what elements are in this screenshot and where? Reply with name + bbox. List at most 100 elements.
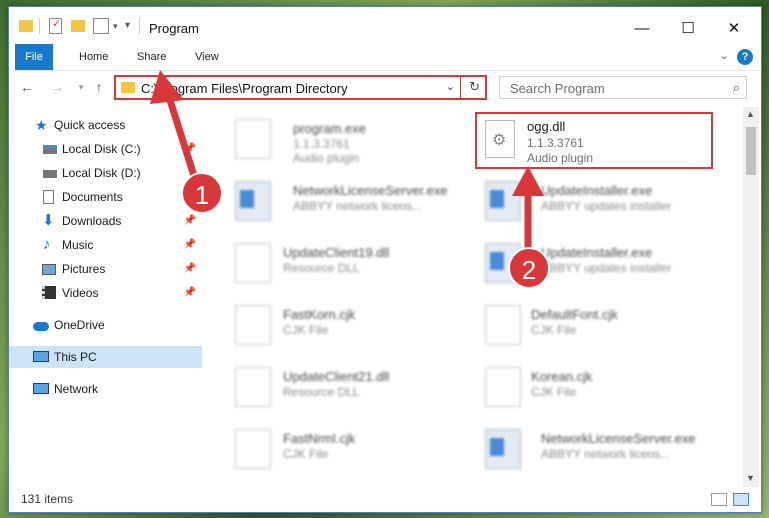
search-input[interactable]: Search Program ⌕ xyxy=(499,76,747,99)
tab-home[interactable]: Home xyxy=(69,44,118,70)
file-description: CJK File xyxy=(531,323,577,337)
help-icon[interactable]: ? xyxy=(737,49,753,65)
file-item-ogg-dll[interactable]: ⚙ ogg.dll 1.1.3.3761 Audio plugin xyxy=(475,112,713,169)
gear-file-icon xyxy=(235,243,271,283)
star-icon: ★ xyxy=(35,117,48,133)
search-placeholder: Search Program xyxy=(510,81,605,96)
address-path[interactable]: C:\Program Files\Program Directory xyxy=(141,81,348,96)
nav-label: Pictures xyxy=(62,262,106,276)
vertical-scrollbar[interactable]: ▲ ▼ xyxy=(743,107,759,487)
nav-label: Videos xyxy=(62,286,99,300)
gear-file-icon xyxy=(235,367,271,407)
nav-onedrive[interactable]: OneDrive xyxy=(9,314,202,336)
maximize-button[interactable]: ☐ xyxy=(665,15,711,41)
up-arrow-icon[interactable]: ↑ xyxy=(89,77,109,97)
nav-label: Quick access xyxy=(54,118,126,132)
nav-local-disk-d[interactable]: Local Disk (D:) xyxy=(9,162,202,184)
document-icon xyxy=(235,429,271,469)
file-item[interactable]: UpdateInstaller.exe ABBYY updates instal… xyxy=(475,175,715,227)
scroll-down-icon[interactable]: ▼ xyxy=(746,473,755,483)
nav-label: Network xyxy=(54,382,99,396)
new-folder-icon[interactable] xyxy=(71,20,85,32)
close-button[interactable]: ✕ xyxy=(711,15,757,41)
pin-icon[interactable]: 📌 xyxy=(184,234,196,256)
computer-icon xyxy=(33,351,49,362)
nav-pictures[interactable]: Pictures 📌 xyxy=(9,258,202,280)
properties-icon[interactable]: ✓ xyxy=(49,18,62,34)
pin-icon[interactable]: 📌 xyxy=(184,258,196,280)
file-description: Resource DLL xyxy=(283,261,360,275)
drive-icon xyxy=(43,170,57,178)
pin-icon[interactable]: 📌 xyxy=(184,282,196,304)
nav-downloads[interactable]: ⬇ Downloads 📌 xyxy=(9,210,202,232)
nav-documents[interactable]: Documents xyxy=(9,186,202,208)
tab-file[interactable]: File xyxy=(15,44,53,70)
forward-arrow-icon[interactable]: → xyxy=(47,77,67,97)
nav-network[interactable]: Network xyxy=(9,378,202,400)
ribbon: File Home Share View ⌄ ? xyxy=(9,44,761,71)
gear-file-icon xyxy=(235,119,271,159)
chevron-down-icon[interactable]: ⌄ xyxy=(446,80,455,93)
file-item[interactable]: FastNrml.cjk CJK File xyxy=(223,423,463,475)
folder-icon xyxy=(121,82,135,93)
file-description: Resource DLL xyxy=(283,385,360,399)
search-icon[interactable]: ⌕ xyxy=(733,80,740,96)
file-description: ABBYY updates installer xyxy=(541,199,672,213)
view-options-icon[interactable] xyxy=(93,18,109,34)
nav-local-disk-c[interactable]: Local Disk (C:) 📌 xyxy=(9,138,202,160)
tab-view[interactable]: View xyxy=(185,44,229,70)
file-item[interactable]: NetworkLicenseServer.exe ABBYY network l… xyxy=(223,175,463,227)
window-title: Program xyxy=(149,21,199,36)
nav-music[interactable]: ♪ Music 📌 xyxy=(9,234,202,256)
status-bar: 131 items xyxy=(9,489,761,511)
music-note-icon: ♪ xyxy=(43,236,51,253)
separator xyxy=(139,18,140,34)
file-version: 1.1.3.3761 xyxy=(527,136,584,150)
file-name: program.exe xyxy=(293,121,366,136)
step-2-badge: 2 xyxy=(508,247,550,289)
address-bar[interactable]: C:\Program Files\Program Directory ⌄ ↻ xyxy=(114,75,487,100)
nav-this-pc[interactable]: This PC xyxy=(9,346,202,368)
file-name: UpdateInstaller.exe xyxy=(541,245,653,260)
refresh-icon[interactable]: ↻ xyxy=(469,79,480,95)
scrollbar-thumb[interactable] xyxy=(746,127,756,175)
nav-quick-access[interactable]: ★ Quick access xyxy=(9,114,202,136)
customize-toolbar-icon[interactable]: ▾ xyxy=(125,20,130,36)
file-item[interactable]: NetworkLicenseServer.exe ABBYY network l… xyxy=(475,423,715,475)
file-name: Korean.cjk xyxy=(531,369,593,384)
separator xyxy=(39,18,40,34)
document-icon xyxy=(235,305,271,345)
file-description: ABBYY network licens... xyxy=(293,199,423,213)
file-item[interactable]: program.exe 1.1.3.3761 Audio plugin xyxy=(223,113,463,165)
document-icon xyxy=(43,190,54,204)
recent-locations-icon[interactable]: ▾ xyxy=(71,77,91,97)
file-name: UpdateClient21.dll xyxy=(283,369,390,384)
minimize-button[interactable]: — xyxy=(619,15,665,41)
file-description: ABBYY network licens... xyxy=(541,447,671,461)
chevron-down-icon[interactable]: ▾ xyxy=(113,21,118,37)
file-item[interactable]: UpdateClient21.dll Resource DLL xyxy=(223,361,463,413)
back-arrow-icon[interactable]: ← xyxy=(17,77,37,97)
file-name: FastNrml.cjk xyxy=(283,431,356,446)
document-icon xyxy=(485,305,521,345)
file-item[interactable]: DefaultFont.cjk CJK File xyxy=(475,299,715,351)
pin-icon[interactable]: 📌 xyxy=(184,138,196,160)
cloud-icon xyxy=(33,322,49,331)
file-item[interactable]: UpdateClient19.dll Resource DLL xyxy=(223,237,463,289)
separator xyxy=(460,77,461,98)
details-view-icon[interactable] xyxy=(711,493,727,506)
scroll-up-icon[interactable]: ▲ xyxy=(746,109,755,119)
file-name: UpdateClient19.dll xyxy=(283,245,390,260)
file-list: program.exe 1.1.3.3761 Audio plugin ⚙ og… xyxy=(203,107,743,477)
nav-videos[interactable]: Videos 📌 xyxy=(9,282,202,304)
pin-icon[interactable]: 📌 xyxy=(184,210,196,232)
tiles-view-icon[interactable] xyxy=(733,493,749,506)
tab-share[interactable]: Share xyxy=(127,44,176,70)
expand-ribbon-icon[interactable]: ⌄ xyxy=(720,49,729,62)
file-item[interactable]: Korean.cjk CJK File xyxy=(475,361,715,413)
file-item[interactable]: FastKorn.cjk CJK File xyxy=(223,299,463,351)
picture-icon xyxy=(42,264,56,275)
title-bar: ✓ ▾ ▾ Program — ☐ ✕ xyxy=(9,7,761,43)
nav-label: Documents xyxy=(62,190,123,204)
app-icon xyxy=(485,429,521,469)
